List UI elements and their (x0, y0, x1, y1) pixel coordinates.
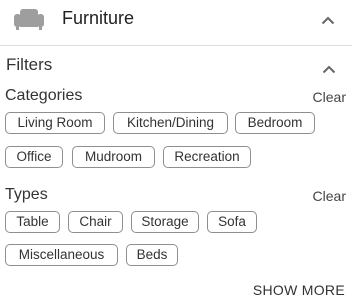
chevron-up-icon[interactable] (321, 12, 335, 25)
type-chip-table[interactable]: Table (5, 211, 60, 233)
types-clear-button[interactable]: Clear (313, 187, 346, 205)
type-chip-miscellaneous[interactable]: Miscellaneous (5, 244, 118, 266)
type-chip-beds[interactable]: Beds (126, 244, 178, 266)
category-chip-mudroom[interactable]: Mudroom (72, 146, 155, 168)
type-chip-chair[interactable]: Chair (68, 211, 123, 233)
chevron-up-icon[interactable] (322, 61, 336, 74)
category-chip-bedroom[interactable]: Bedroom (235, 112, 315, 134)
category-chip-kitchen-dining[interactable]: Kitchen/Dining (113, 112, 228, 134)
show-more-button[interactable]: SHOW MORE (253, 281, 345, 299)
category-chip-recreation[interactable]: Recreation (163, 146, 251, 168)
categories-title: Categories (5, 87, 83, 104)
sofa-icon (14, 8, 44, 30)
filters-title: Filters (6, 55, 53, 74)
category-chip-office[interactable]: Office (5, 146, 63, 168)
category-chip-living-room[interactable]: Living Room (5, 112, 105, 134)
categories-clear-button[interactable]: Clear (313, 88, 346, 106)
furniture-panel-header[interactable]: Furniture (0, 0, 352, 46)
type-chip-storage[interactable]: Storage (131, 211, 199, 233)
type-chip-sofa[interactable]: Sofa (207, 211, 257, 233)
types-title: Types (5, 186, 48, 203)
panel-title: Furniture (62, 8, 135, 28)
